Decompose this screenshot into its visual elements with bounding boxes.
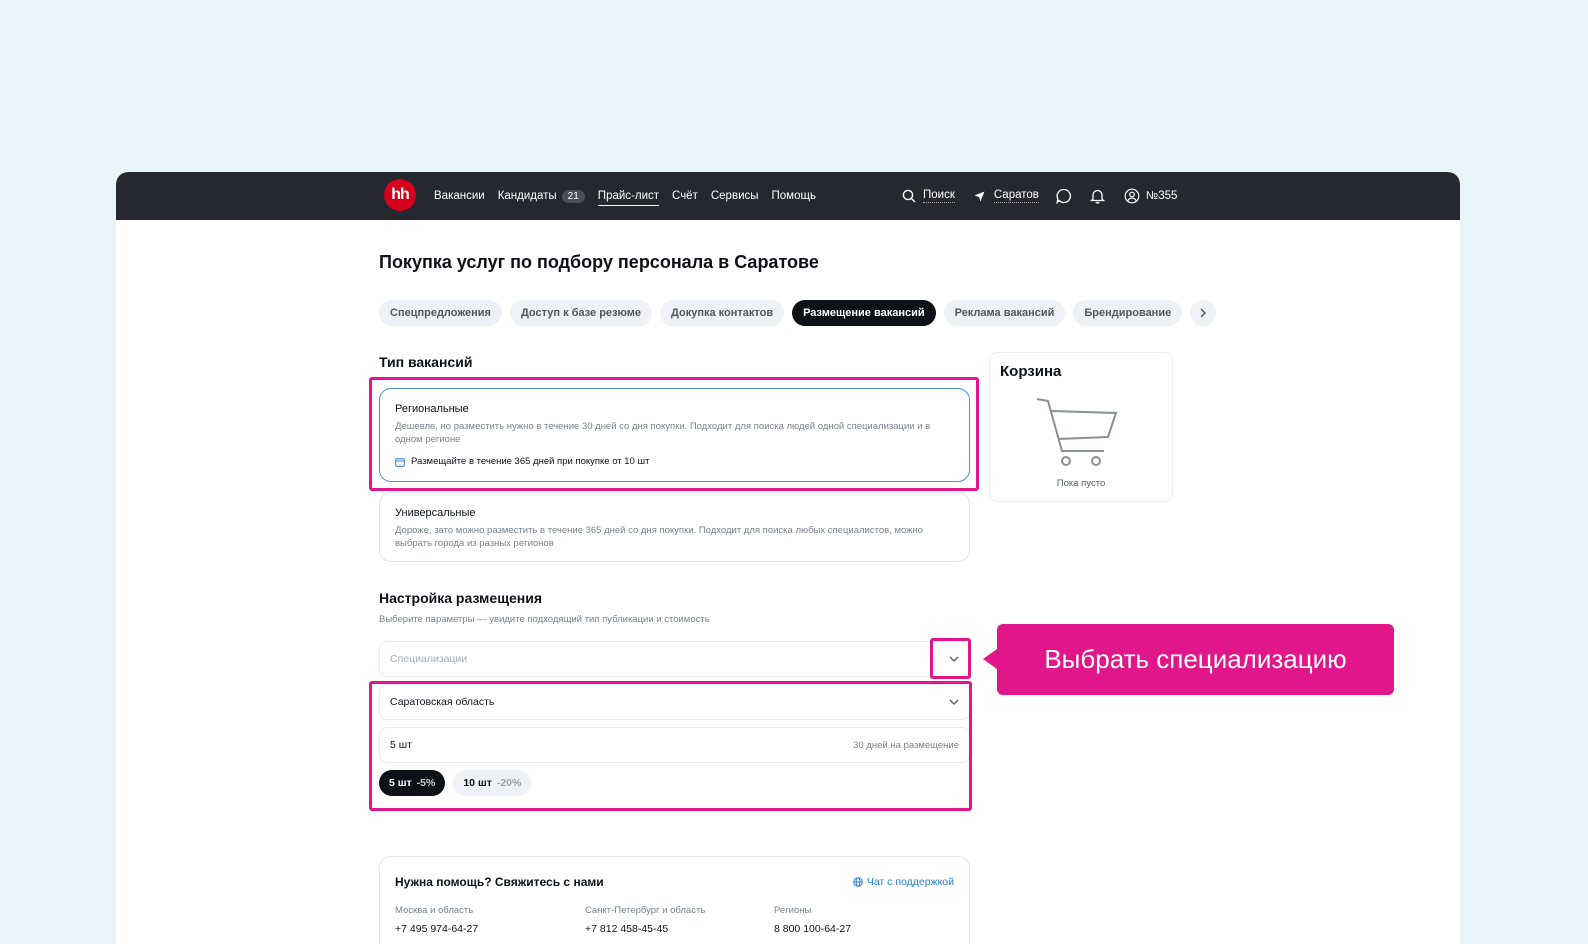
placement-settings-title: Настройка размещения [379, 590, 543, 606]
nav-item-vacancies[interactable]: Вакансии [434, 172, 485, 220]
universal-title: Универсальные [395, 507, 476, 519]
nav-item-invoice[interactable]: Счёт [672, 172, 698, 220]
chip-label: 5 шт [389, 777, 412, 789]
right-nav: Поиск Саратов №355 [900, 172, 1177, 220]
nav-item-help[interactable]: Помощь [772, 172, 816, 220]
chevron-right-icon [1200, 308, 1207, 318]
quantity-presets: 5 шт -5% 10 шт -20% [379, 770, 532, 796]
service-tabs: Спецпредложения Доступ к базе резюме Док… [379, 300, 1217, 326]
account-menu[interactable]: №355 [1123, 187, 1178, 205]
top-navigation-bar: hh Вакансии Кандидаты 21 Прайс-лист Счёт … [116, 172, 1460, 220]
tab-extra-contacts[interactable]: Докупка контактов [660, 300, 785, 326]
universal-description: Дороже, зато можно разместить в течение … [395, 525, 924, 549]
tab-branding[interactable]: Брендирование [1073, 300, 1183, 326]
main-nav: Вакансии Кандидаты 21 Прайс-лист Счёт Сер… [434, 172, 816, 220]
region-value: Саратовская область [390, 696, 495, 708]
universal-vacancy-option[interactable]: Универсальные Дороже, зато можно размест… [379, 492, 970, 562]
specialization-placeholder: Специализации [390, 653, 468, 665]
regional-description: Дешевле, но разместить нужно в течение 3… [395, 421, 931, 445]
account-label: №355 [1145, 190, 1178, 202]
chat-button[interactable] [1055, 187, 1073, 205]
chip-label: 10 шт [463, 777, 492, 789]
help-title: Нужна помощь? Свяжитесь с нами [395, 875, 604, 889]
location-arrow-icon [971, 187, 989, 205]
globe-icon [853, 877, 863, 887]
chip-discount: -5% [416, 777, 436, 789]
help-panel: Нужна помощь? Свяжитесь с нами Чат с под… [379, 856, 970, 944]
calendar-icon [395, 457, 405, 467]
placement-settings-subtitle: Выберите параметры — увидите подходящий … [379, 614, 710, 625]
contact-phone[interactable]: +7 495 974-64-27 [395, 923, 478, 935]
nav-label: Помощь [771, 190, 816, 202]
quantity-input[interactable]: 5 шт 30 дней на размещение [379, 727, 970, 763]
tabs-scroll-right-button[interactable] [1190, 300, 1217, 326]
page-title: Покупка услуг по подбору персонала в Сар… [379, 252, 819, 272]
nav-label: Сервисы [710, 190, 759, 202]
nav-item-price-list[interactable]: Прайс-лист [597, 172, 660, 220]
notifications-button[interactable] [1089, 187, 1107, 205]
cart-empty-text: Пока пусто [1056, 478, 1106, 489]
support-chat-label: Чат с поддержкой [866, 876, 954, 888]
contact-phone[interactable]: +7 812 458-45-45 [585, 923, 705, 935]
contact-spb: Санкт-Петербург и область +7 812 458-45-… [585, 905, 705, 935]
nav-label: Кандидаты [497, 190, 557, 202]
chat-bubble-icon [1055, 187, 1073, 205]
city-selector[interactable]: Саратов [971, 187, 1039, 205]
search-icon [900, 187, 918, 205]
tab-vacancy-posting[interactable]: Размещение вакансий [792, 300, 936, 326]
shopping-cart-icon [1036, 398, 1118, 466]
tab-vacancy-ads[interactable]: Реклама вакансий [943, 300, 1066, 326]
chevron-down-icon [949, 656, 959, 662]
regional-note: Размещайте в течение 365 дней при покупк… [395, 456, 954, 467]
chevron-down-icon [949, 699, 959, 705]
quantity-value: 5 шт [390, 739, 412, 751]
contact-label: Санкт-Петербург и область [585, 905, 706, 916]
bell-icon [1089, 187, 1107, 205]
tab-special-offers[interactable]: Спецпредложения [379, 300, 502, 326]
specialization-select[interactable]: Специализации [379, 641, 970, 677]
quantity-hint: 30 дней на размещение [853, 739, 959, 751]
regional-title: Региональные [395, 403, 469, 415]
contact-label: Регионы [774, 905, 812, 916]
support-chat-link[interactable]: Чат с поддержкой [853, 876, 954, 888]
quantity-chip-5[interactable]: 5 шт -5% [379, 770, 446, 796]
vacancy-type-title: Тип вакансий [379, 354, 473, 370]
contact-label: Москва и область [395, 905, 474, 916]
contact-moscow: Москва и область +7 495 974-64-27 [395, 905, 478, 935]
quantity-chip-10[interactable]: 10 шт -20% [453, 770, 532, 796]
browser-frame: hh Вакансии Кандидаты 21 Прайс-лист Счёт … [116, 172, 1460, 944]
cart-title: Корзина [1000, 363, 1062, 380]
city-label: Саратов [993, 189, 1039, 203]
nav-label: Прайс-лист [597, 190, 660, 202]
regional-vacancy-option[interactable]: Региональные Дешевле, но разместить нужн… [379, 388, 970, 482]
search-link[interactable]: Поиск [900, 187, 955, 205]
nav-item-candidates[interactable]: Кандидаты 21 [498, 172, 585, 220]
region-select[interactable]: Саратовская область [379, 684, 970, 720]
search-label: Поиск [923, 189, 955, 203]
user-avatar-icon [1123, 187, 1141, 205]
contact-phone[interactable]: 8 800 100-64-27 [774, 923, 851, 935]
nav-label: Вакансии [434, 190, 485, 202]
nav-label: Счёт [672, 190, 698, 202]
hh-logo[interactable]: hh [384, 179, 416, 211]
chip-discount: -20% [496, 777, 522, 789]
cart-panel: Корзина Пока пусто [989, 352, 1173, 502]
callout-choose-specialization: Выбрать специализацию [983, 624, 1394, 695]
nav-item-services[interactable]: Сервисы [711, 172, 759, 220]
candidates-count-badge: 21 [561, 189, 585, 203]
tab-resume-database[interactable]: Доступ к базе резюме [509, 300, 653, 326]
regional-note-text: Размещайте в течение 365 дней при покупк… [411, 456, 650, 467]
contact-regions: Регионы 8 800 100-64-27 [774, 905, 851, 935]
